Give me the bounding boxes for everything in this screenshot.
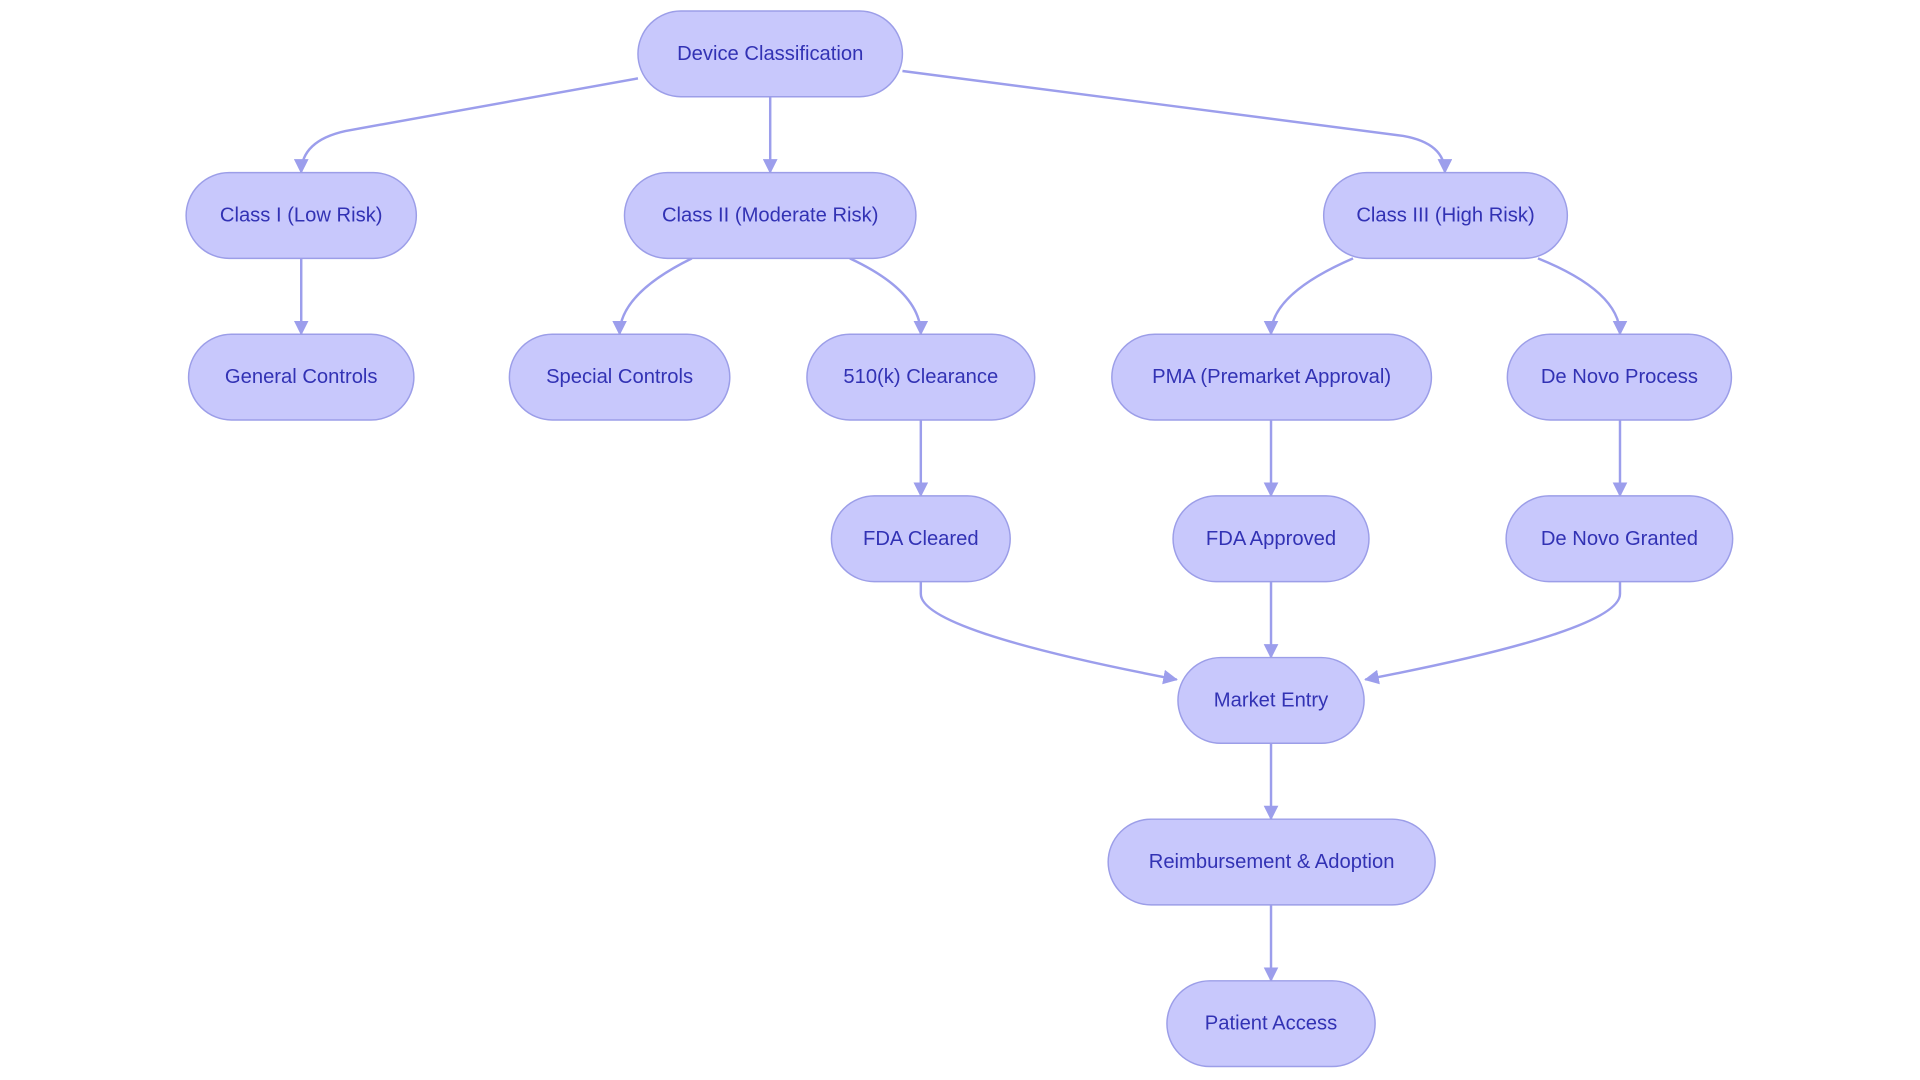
node-patient: Patient Access	[1166, 980, 1376, 1068]
node-label: PMA (Premarket Approval)	[1152, 366, 1391, 388]
node-label: FDA Approved	[1206, 528, 1336, 550]
node-granted: De Novo Granted	[1505, 495, 1734, 583]
edge-class3-to-denovo	[1537, 257, 1628, 336]
edge-device-to-class3	[902, 69, 1453, 174]
node-denovo: De Novo Process	[1506, 333, 1733, 421]
node-device: Device Classification	[637, 10, 904, 98]
node-label: General Controls	[225, 366, 378, 388]
node-label: Class III (High Risk)	[1356, 205, 1534, 227]
edge-cleared-to-market	[919, 581, 1178, 685]
node-label: FDA Cleared	[863, 528, 979, 550]
node-reimb: Reimbursement & Adoption	[1107, 818, 1436, 906]
node-label: Patient Access	[1205, 1013, 1337, 1035]
node-label: Reimbursement & Adoption	[1149, 851, 1395, 873]
node-label: Class I (Low Risk)	[220, 205, 383, 227]
node-class3: Class III (High Risk)	[1322, 171, 1569, 260]
node-label: De Novo Process	[1541, 366, 1698, 388]
edge-granted-to-market	[1364, 581, 1622, 685]
node-label: Market Entry	[1214, 689, 1329, 711]
node-class1: Class I (Low Risk)	[185, 171, 418, 260]
node-k510: 510(k) Clearance	[806, 333, 1036, 421]
node-label: Class II (Moderate Risk)	[662, 205, 879, 227]
node-class2: Class II (Moderate Risk)	[623, 171, 917, 260]
node-label: Device Classification	[677, 43, 863, 65]
edge-class3-to-pma	[1263, 257, 1354, 336]
flowchart: Device Classification Class I (Low Risk) C…	[185, 10, 1734, 1068]
node-label: Special Controls	[546, 366, 693, 388]
node-label: 510(k) Clearance	[843, 366, 998, 388]
node-label: De Novo Granted	[1541, 528, 1698, 550]
node-approved: FDA Approved	[1172, 495, 1370, 583]
edge-class2-to-special	[612, 257, 693, 336]
node-special: Special Controls	[508, 333, 731, 421]
edge-device-to-class1	[293, 77, 639, 174]
node-cleared: FDA Cleared	[830, 495, 1011, 583]
node-market: Market Entry	[1177, 656, 1365, 744]
node-general: General Controls	[187, 333, 415, 421]
edge-class2-to-k510	[849, 257, 929, 336]
node-pma: PMA (Premarket Approval)	[1111, 333, 1433, 421]
